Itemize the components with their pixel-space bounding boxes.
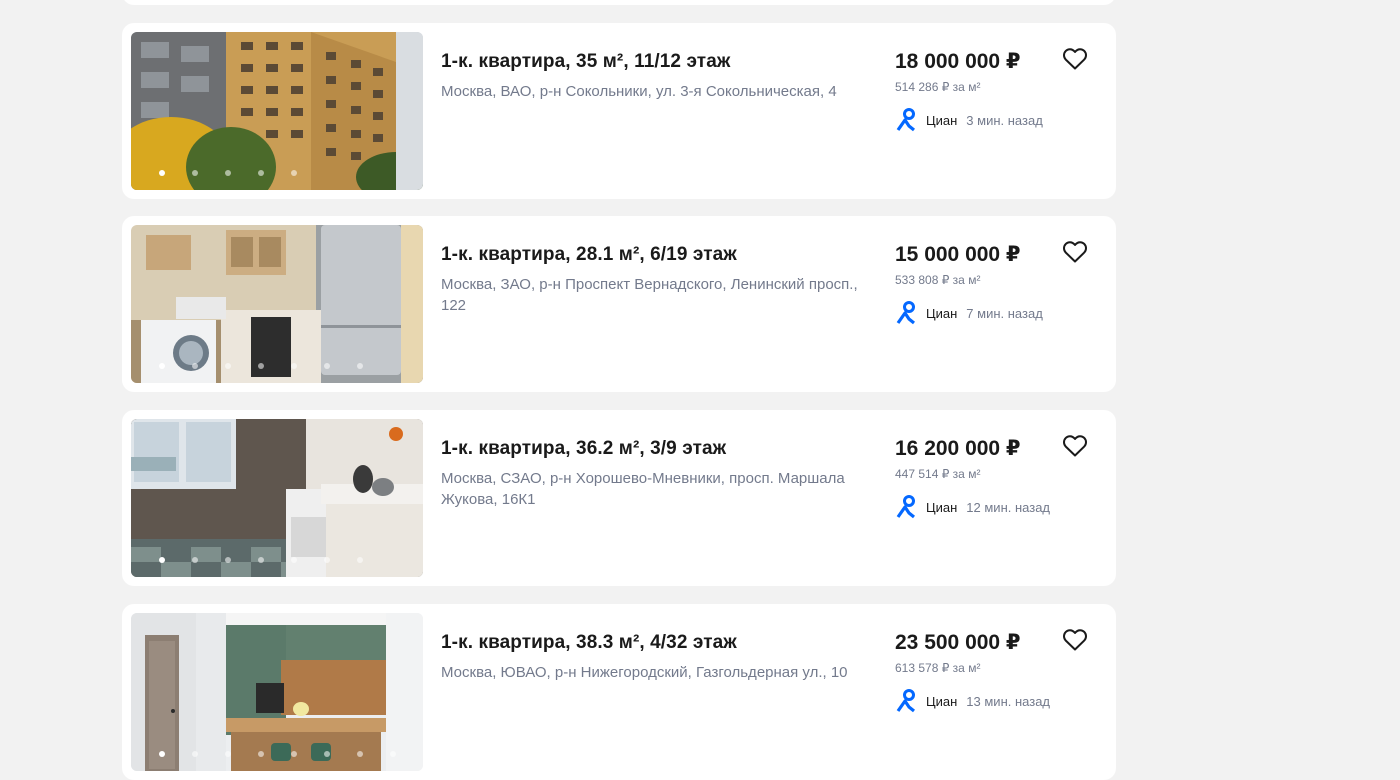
listing-card[interactable]: 1-к. квартира, 38.3 м², 4/32 этаж Москва…	[122, 604, 1116, 780]
pagination-dot[interactable]	[291, 363, 297, 369]
listing-photo[interactable]	[131, 419, 423, 577]
apartment-building-photo	[131, 32, 423, 190]
photo-pagination	[131, 751, 423, 757]
listing-photo[interactable]	[131, 225, 423, 383]
pagination-dot[interactable]	[159, 751, 165, 757]
price-per-m2: 514 286 ₽ за м²	[895, 80, 981, 94]
pagination-dot[interactable]	[324, 557, 330, 563]
pagination-dot[interactable]	[225, 557, 231, 563]
price-per-m2: 613 578 ₽ за м²	[895, 661, 981, 675]
studio-kitchen-photo	[131, 613, 423, 771]
listing-price: 16 200 000 ₽	[895, 437, 1021, 460]
listing-source: Циан 13 мин. назад	[895, 689, 1075, 713]
favorite-heart-icon[interactable]	[1062, 47, 1088, 71]
pagination-dot[interactable]	[291, 170, 297, 176]
pagination-dot[interactable]	[258, 363, 264, 369]
pagination-dot[interactable]	[324, 363, 330, 369]
pagination-dot[interactable]	[357, 557, 363, 563]
listing-card[interactable]: 1-к. квартира, 28.1 м², 6/19 этаж Москва…	[122, 216, 1116, 392]
listing-title[interactable]: 1-к. квартира, 35 м², 11/12 этаж	[441, 50, 871, 74]
listing-source: Циан 7 мин. назад	[895, 301, 1075, 325]
pagination-dot[interactable]	[258, 170, 264, 176]
pagination-dot[interactable]	[291, 557, 297, 563]
listing-photo[interactable]	[131, 613, 423, 771]
listing-time: 12 мин. назад	[966, 499, 1051, 515]
listing-title[interactable]: 1-к. квартира, 38.3 м², 4/32 этаж	[441, 631, 871, 655]
pagination-dot[interactable]	[159, 363, 165, 369]
price-per-m2: 447 514 ₽ за м²	[895, 467, 981, 481]
pagination-dot[interactable]	[225, 363, 231, 369]
pagination-dot[interactable]	[258, 557, 264, 563]
listing-source: Циан 12 мин. назад	[895, 495, 1075, 519]
pagination-dot[interactable]	[192, 363, 198, 369]
pagination-dot[interactable]	[192, 751, 198, 757]
listing-source: Циан 3 мин. назад	[895, 108, 1075, 132]
listing-price: 18 000 000 ₽	[895, 50, 1021, 73]
listing-address: Москва, ВАО, р-н Сокольники, ул. 3-я Сок…	[441, 83, 837, 100]
listing-time: 13 мин. назад	[966, 693, 1051, 709]
favorite-heart-icon[interactable]	[1062, 628, 1088, 652]
pagination-dot[interactable]	[357, 363, 363, 369]
kitchen-photo	[131, 225, 423, 383]
source-name: Циан	[926, 305, 958, 321]
pagination-dot[interactable]	[159, 170, 165, 176]
kitchen-window-photo	[131, 419, 423, 577]
pagination-dot[interactable]	[192, 557, 198, 563]
listing-address: Москва, ЮВАО, р-н Нижегородский, Газголь…	[441, 664, 848, 681]
listing-address: Москва, СЗАО, р-н Хорошево-Мневники, про…	[441, 470, 845, 508]
pagination-dot[interactable]	[324, 751, 330, 757]
listing-card[interactable]: 1-к. квартира, 35 м², 11/12 этаж Москва,…	[122, 23, 1116, 199]
cian-logo-icon	[896, 301, 915, 325]
source-name: Циан	[926, 499, 958, 515]
listing-time: 3 мин. назад	[966, 112, 1043, 128]
photo-pagination	[131, 557, 423, 563]
pagination-dot[interactable]	[291, 751, 297, 757]
listing-time: 7 мин. назад	[966, 305, 1043, 321]
cian-logo-icon	[896, 495, 915, 519]
listing-title[interactable]: 1-к. квартира, 36.2 м², 3/9 этаж	[441, 437, 871, 461]
price-per-m2: 533 808 ₽ за м²	[895, 273, 981, 287]
pagination-dot[interactable]	[258, 751, 264, 757]
pagination-dot[interactable]	[225, 751, 231, 757]
listing-photo[interactable]	[131, 32, 423, 190]
photo-pagination	[131, 170, 423, 176]
favorite-heart-icon[interactable]	[1062, 434, 1088, 458]
cian-logo-icon	[896, 108, 915, 132]
previous-listing-card[interactable]	[122, 0, 1116, 5]
pagination-dot[interactable]	[390, 751, 396, 757]
listing-address: Москва, ЗАО, р-н Проспект Вернадского, Л…	[441, 276, 858, 314]
source-name: Циан	[926, 693, 958, 709]
cian-logo-icon	[896, 689, 915, 713]
listing-title[interactable]: 1-к. квартира, 28.1 м², 6/19 этаж	[441, 243, 871, 267]
source-name: Циан	[926, 112, 958, 128]
listing-card[interactable]: 1-к. квартира, 36.2 м², 3/9 этаж Москва,…	[122, 410, 1116, 586]
pagination-dot[interactable]	[225, 170, 231, 176]
listing-price: 15 000 000 ₽	[895, 243, 1021, 266]
pagination-dot[interactable]	[192, 170, 198, 176]
pagination-dot[interactable]	[159, 557, 165, 563]
favorite-heart-icon[interactable]	[1062, 240, 1088, 264]
photo-pagination	[131, 363, 423, 369]
pagination-dot[interactable]	[357, 751, 363, 757]
listing-price: 23 500 000 ₽	[895, 631, 1021, 654]
